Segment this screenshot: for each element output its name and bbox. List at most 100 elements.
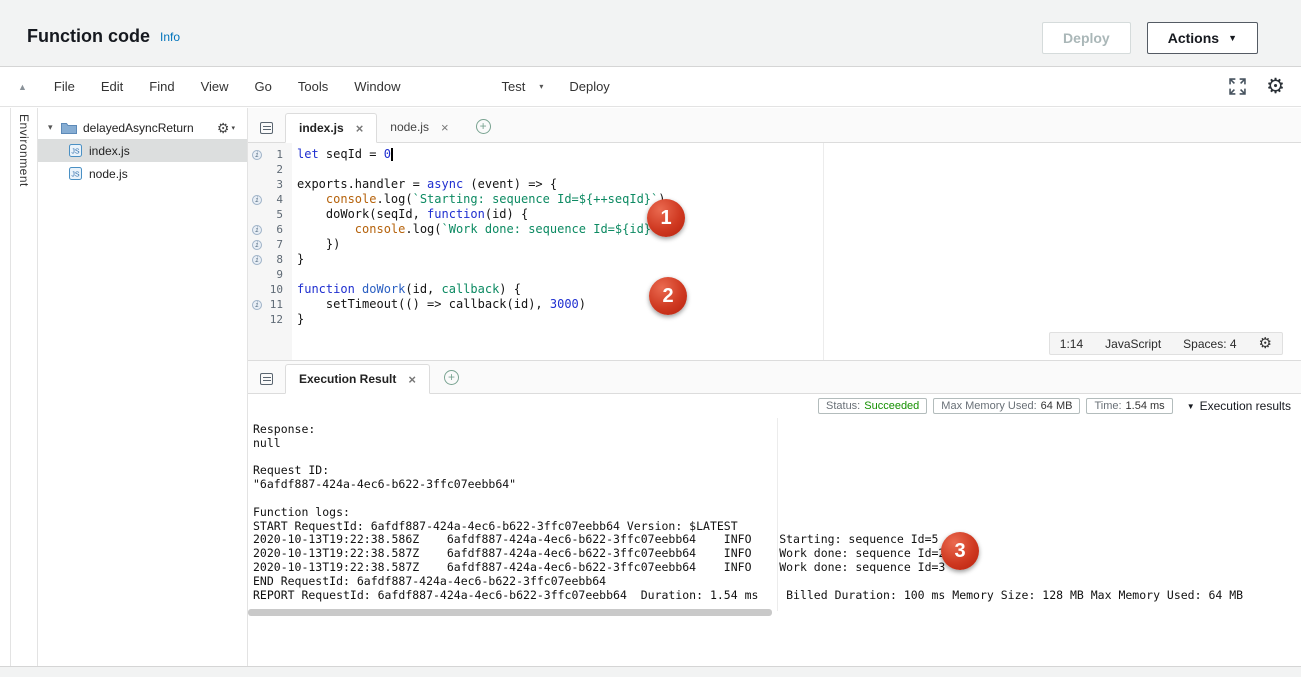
gutter-line: i8 <box>248 252 292 267</box>
editor-settings-gear-icon[interactable]: ⚙ <box>1259 336 1272 351</box>
line-number: 7 <box>276 238 283 251</box>
horizontal-scrollbar[interactable] <box>248 609 772 616</box>
tab-list-icon[interactable] <box>260 373 273 385</box>
code-line[interactable]: function doWork(id, callback) { <box>292 282 1301 297</box>
code-line[interactable]: exports.handler = async (event) => { <box>292 177 1301 192</box>
line-number: 4 <box>276 193 283 206</box>
gutter-line: 2 <box>248 162 292 177</box>
gutter-line: 5 <box>248 207 292 222</box>
menu-item-window[interactable]: Window <box>341 79 413 94</box>
editor-panel: ▲ FileEditFindViewGoToolsWindow Test ▾ D… <box>0 66 1301 667</box>
add-tab-icon[interactable]: + <box>444 370 459 385</box>
editor-tab-node.js[interactable]: node.js× <box>377 112 461 142</box>
settings-gear-icon[interactable]: ⚙ <box>1266 76 1285 97</box>
tree-file-node.js[interactable]: JS node.js <box>38 162 247 185</box>
code-pane[interactable]: let seqId = 0 exports.handler = async (e… <box>292 143 1301 360</box>
folder-expand-caret-icon[interactable]: ▾ <box>48 122 61 133</box>
code-line[interactable] <box>292 267 1301 282</box>
gutter-line: i7 <box>248 237 292 252</box>
editor-tabs: index.js×node.js× <box>285 112 462 142</box>
annotation-circle-2: 2 <box>649 277 687 315</box>
svg-text:JS: JS <box>71 149 80 156</box>
add-tab-icon[interactable]: + <box>476 119 491 134</box>
close-tab-icon[interactable]: × <box>441 120 449 135</box>
annotation-circle-1: 1 <box>647 199 685 237</box>
cursor-position[interactable]: 1:14 <box>1060 337 1083 351</box>
editor-tab-bar: index.js×node.js× + <box>248 108 1301 143</box>
code-line[interactable]: console.log(`Work done: sequence Id=${id… <box>292 222 1301 237</box>
info-annotation-icon[interactable]: i <box>252 240 262 250</box>
gutter-line: 3 <box>248 177 292 192</box>
tree-file-index.js[interactable]: JSindex.js <box>38 139 247 162</box>
execution-results-toggle[interactable]: ▼ Execution results <box>1187 399 1291 413</box>
info-annotation-icon[interactable]: i <box>252 195 262 205</box>
tab-list-icon[interactable] <box>260 122 273 134</box>
text-cursor <box>391 148 393 161</box>
caret-down-icon: ▼ <box>1187 402 1195 411</box>
code-editor: i123i45i6i7i8910i1112 let seqId = 0 expo… <box>248 143 1301 361</box>
editor-status-bar: 1:14 JavaScript Spaces: 4 ⚙ <box>1049 332 1283 355</box>
file-tree: ▾ delayedAsyncReturn ⚙ ▾ JSindex.jsJSnod… <box>38 108 248 666</box>
file-list: JSindex.jsJSnode.js <box>38 139 247 185</box>
line-number: 8 <box>276 253 283 266</box>
menu-item-find[interactable]: Find <box>136 79 187 94</box>
code-line[interactable]: } <box>292 252 1301 267</box>
code-line[interactable]: let seqId = 0 <box>292 147 1301 162</box>
result-badge: Time: 1.54 ms <box>1086 398 1172 414</box>
deploy-button[interactable]: Deploy <box>1042 22 1131 54</box>
code-line[interactable]: } <box>292 312 1301 327</box>
info-annotation-icon[interactable]: i <box>252 150 262 160</box>
tab-label: index.js <box>299 121 344 135</box>
js-file-icon: JS <box>69 144 82 157</box>
line-number: 12 <box>270 313 283 326</box>
language-mode[interactable]: JavaScript <box>1105 337 1161 351</box>
editor-tab-index.js[interactable]: index.js × <box>285 113 377 143</box>
close-tab-icon[interactable]: × <box>356 121 364 136</box>
menu-item-tools[interactable]: Tools <box>285 79 341 94</box>
menu-item-go[interactable]: Go <box>242 79 285 94</box>
collapse-menubar-icon[interactable]: ▲ <box>18 82 27 92</box>
code-line[interactable] <box>292 162 1301 177</box>
page-title: Function code <box>27 26 150 47</box>
indentation-setting[interactable]: Spaces: 4 <box>1183 337 1236 351</box>
folder-name: delayedAsyncReturn <box>83 121 194 135</box>
gutter-line: i11 <box>248 297 292 312</box>
menu-item-edit[interactable]: Edit <box>88 79 136 94</box>
code-line[interactable]: }) <box>292 237 1301 252</box>
line-number: 10 <box>270 283 283 296</box>
editor-column: index.js×node.js× + i123i45i6i7i8910i111… <box>248 108 1301 666</box>
result-badge: Max Memory Used: 64 MB <box>933 398 1080 414</box>
fullscreen-icon[interactable] <box>1229 78 1246 95</box>
editor-menubar: ▲ FileEditFindViewGoToolsWindow Test ▾ D… <box>0 67 1301 107</box>
tree-folder[interactable]: ▾ delayedAsyncReturn ⚙ ▾ <box>38 116 247 139</box>
menu-item-file[interactable]: File <box>41 79 88 94</box>
gutter-line: 10 <box>248 282 292 297</box>
execution-result-tab[interactable]: Execution Result × <box>285 364 430 394</box>
folder-icon <box>61 122 77 134</box>
code-line[interactable]: setTimeout(() => callback(id), 3000) <box>292 297 1301 312</box>
editor-gutter: i123i45i6i7i8910i1112 <box>248 143 292 360</box>
close-tab-icon[interactable]: × <box>408 372 416 387</box>
code-line[interactable]: doWork(seqId, function(id) { <box>292 207 1301 222</box>
test-menu-button[interactable]: Test ▾ <box>501 79 543 94</box>
line-number: 1 <box>276 148 283 161</box>
print-margin <box>777 418 778 611</box>
code-line[interactable]: console.log(`Starting: sequence Id=${++s… <box>292 192 1301 207</box>
content-row: Environment ▾ delayedAsyncReturn ⚙ ▾ JSi… <box>0 108 1301 666</box>
info-annotation-icon[interactable]: i <box>252 225 262 235</box>
file-name: node.js <box>89 167 128 181</box>
menubar-items: FileEditFindViewGoToolsWindow <box>41 79 414 94</box>
line-number: 6 <box>276 223 283 236</box>
results-tab-bar: Execution Result × + <box>248 361 1301 394</box>
menu-item-view[interactable]: View <box>188 79 242 94</box>
info-annotation-icon[interactable]: i <box>252 300 262 310</box>
svg-text:JS: JS <box>71 172 80 179</box>
actions-button[interactable]: Actions ▼ <box>1147 22 1258 54</box>
gutter-line: 12 <box>248 312 292 327</box>
tree-settings-gear-icon[interactable]: ⚙ ▾ <box>217 121 235 135</box>
environment-tab[interactable]: Environment <box>17 114 31 187</box>
info-link[interactable]: Info <box>160 30 180 44</box>
info-annotation-icon[interactable]: i <box>252 255 262 265</box>
deploy-menu-item[interactable]: Deploy <box>569 79 609 94</box>
badges: Status: SucceededMax Memory Used: 64 MBT… <box>818 398 1173 414</box>
